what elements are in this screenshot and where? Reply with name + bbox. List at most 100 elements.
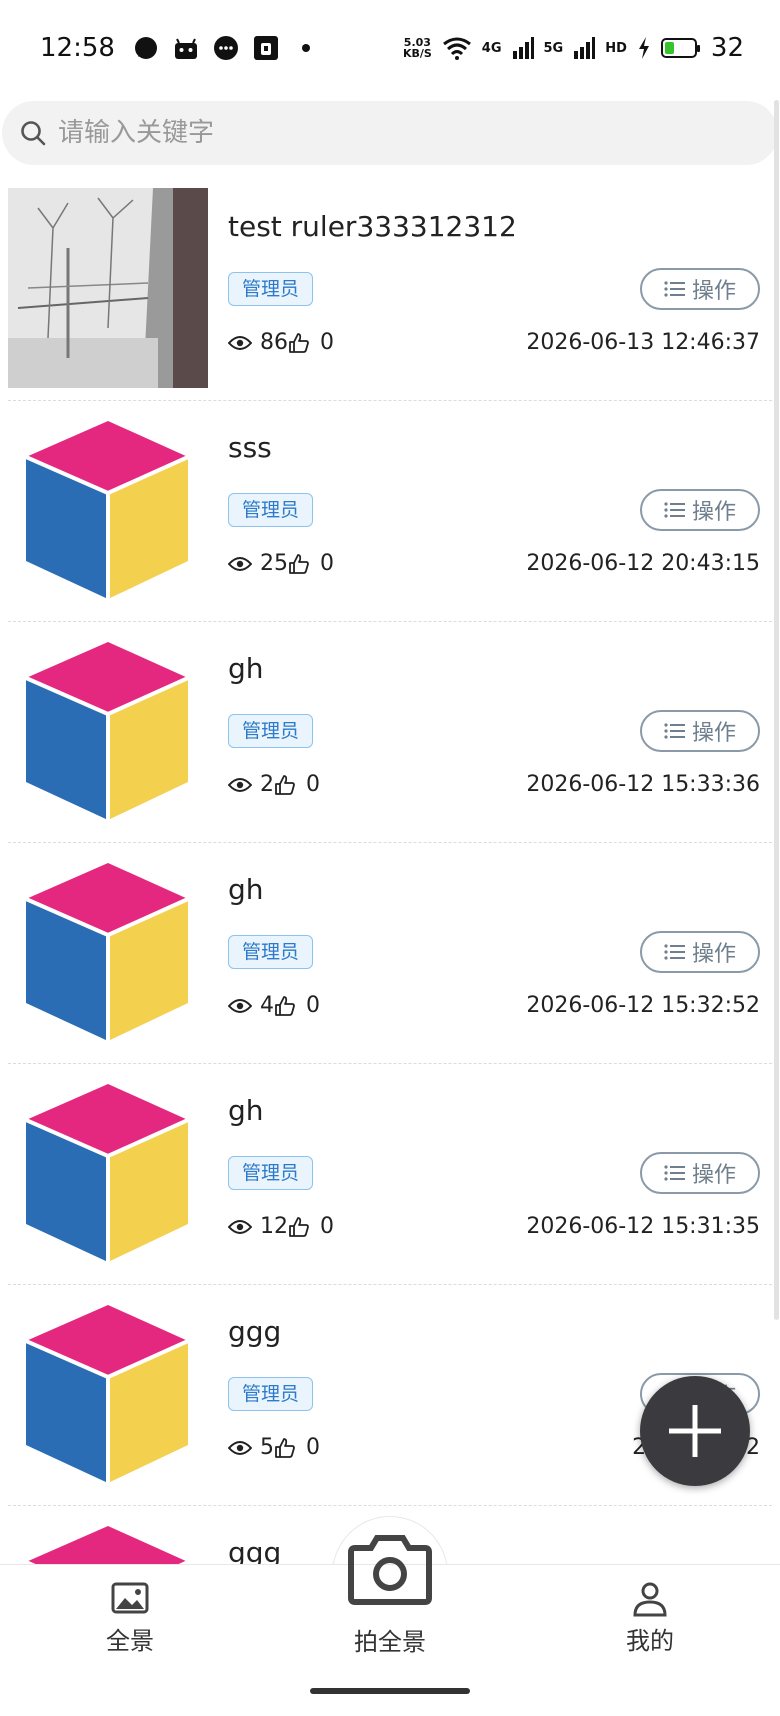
list-icon (664, 1165, 685, 1181)
role-badge: 管理员 (228, 1377, 314, 1411)
tab-mine[interactable]: 我的 (520, 1565, 780, 1672)
item-date: 2026-06-13 12:46:37 (526, 330, 760, 355)
item-thumbnail[interactable] (8, 188, 208, 388)
item-title[interactable]: test ruler333312312 (228, 210, 517, 243)
role-badge: 管理员 (228, 493, 314, 527)
item-title[interactable]: gh (228, 873, 264, 906)
network-speed-unit: KB/S (402, 47, 432, 60)
network-speed: 5.03 KB/S (403, 37, 432, 59)
camera-icon[interactable] (347, 1532, 433, 1606)
cube-thumbnail (25, 1084, 189, 1262)
item-thumbnail[interactable] (8, 1072, 208, 1272)
search-icon (21, 121, 46, 146)
hd-label: HD (605, 40, 627, 56)
status-time: 12:58 (40, 33, 115, 63)
item-title[interactable]: gh (228, 1094, 264, 1127)
plus-icon (669, 1405, 721, 1457)
actions-button[interactable]: 操作 (640, 710, 760, 752)
item-stats: 86 0 (228, 330, 334, 355)
view-count: 4 (260, 993, 274, 1018)
add-button[interactable] (640, 1376, 750, 1486)
like-icon[interactable] (288, 332, 310, 354)
list-icon (664, 281, 685, 297)
cube-thumbnail (25, 421, 189, 599)
item-stats: 25 0 (228, 551, 334, 576)
photo-thumbnail (8, 188, 208, 388)
list-item[interactable]: gh 管理员 操作 12 0 2026-06-12 15:31:35 (8, 1064, 772, 1285)
status-right: 5.03 KB/S 4G 5G HD 32 (403, 33, 744, 63)
list-item[interactable]: sss 管理员 操作 25 0 2026-06-12 20:43:15 (8, 401, 772, 622)
cube-thumbnail (25, 1305, 189, 1483)
like-count: 0 (306, 993, 320, 1018)
view-count: 12 (260, 1214, 288, 1239)
item-title[interactable]: ggg (228, 1315, 281, 1348)
battery-level: 32 (710, 33, 744, 63)
dot-icon (301, 44, 310, 52)
item-title[interactable]: sss (228, 431, 272, 464)
role-badge: 管理员 (228, 714, 314, 748)
image-icon (111, 1582, 149, 1614)
like-icon[interactable] (288, 553, 310, 575)
tab-shoot-label[interactable]: 拍全景 (310, 1622, 470, 1657)
search-bar[interactable] (2, 101, 778, 165)
role-badge: 管理员 (228, 1156, 314, 1190)
like-icon[interactable] (274, 774, 296, 796)
like-count: 0 (306, 772, 320, 797)
eye-icon (228, 998, 252, 1013)
tab-mine-label: 我的 (626, 1627, 674, 1655)
item-title[interactable]: gh (228, 652, 264, 685)
item-thumbnail[interactable] (8, 409, 208, 609)
signal2-label: 5G (543, 40, 564, 56)
actions-button[interactable]: 操作 (640, 1152, 760, 1194)
item-stats: 20 (228, 772, 320, 797)
item-thumbnail[interactable] (8, 630, 208, 830)
signal-bars-icon-2 (574, 37, 596, 59)
scrollbar[interactable] (772, 100, 780, 1320)
home-indicator (310, 1688, 470, 1694)
actions-button[interactable]: 操作 (640, 931, 760, 973)
actions-button[interactable]: 操作 (640, 489, 760, 531)
list-item[interactable]: gh 管理员 操作 2 0 2026-06-12 15:33:36 (8, 622, 772, 843)
item-date: 2026-06-12 20:43:15 (526, 551, 760, 576)
list-icon (664, 944, 685, 960)
list-icon (664, 502, 685, 518)
cube-thumbnail (25, 1526, 189, 1564)
item-thumbnail[interactable] (8, 1514, 208, 1564)
wifi-icon (442, 37, 471, 60)
list-item[interactable]: test ruler333312312 管理员 操作 86 0 2026-06-13 12… (8, 180, 772, 401)
item-stats: 12 0 (228, 1214, 334, 1239)
like-icon[interactable] (274, 1437, 296, 1459)
tab-panorama-label: 全景 (106, 1627, 154, 1655)
view-count: 5 (260, 1435, 274, 1460)
message-dots-icon (213, 36, 238, 60)
eye-icon (228, 1219, 252, 1234)
item-date: 2026-06-12 15:32:52 (526, 993, 760, 1018)
cube-thumbnail (25, 863, 189, 1041)
list-item[interactable]: gh 管理员 操作 4 0 2026-06-12 15:32:52 (8, 843, 772, 1064)
search-input[interactable] (58, 118, 658, 148)
role-badge: 管理员 (228, 935, 314, 969)
actions-button-label: 操作 (691, 279, 736, 304)
actions-button-label: 操作 (691, 721, 736, 746)
cube-thumbnail (25, 642, 189, 820)
eye-icon (228, 556, 252, 571)
item-thumbnail[interactable] (8, 1293, 208, 1493)
view-count: 25 (260, 551, 288, 576)
actions-button[interactable]: 操作 (640, 268, 760, 310)
tab-panorama[interactable]: 全景 (0, 1565, 260, 1672)
like-count: 0 (320, 551, 334, 576)
item-title[interactable]: ggg (228, 1536, 281, 1564)
view-count: 2 (260, 772, 274, 797)
item-thumbnail[interactable] (8, 851, 208, 1051)
like-icon[interactable] (274, 995, 296, 1017)
charging-icon (638, 37, 649, 59)
item-stats: 40 (228, 993, 320, 1018)
view-count: 86 (260, 330, 288, 355)
signal-bars-icon (512, 37, 534, 59)
like-icon[interactable] (288, 1216, 310, 1238)
battery-fill (664, 42, 674, 54)
user-icon (633, 1582, 667, 1617)
actions-button-label: 操作 (691, 500, 736, 525)
android-icon (174, 38, 197, 59)
scrollbar-thumb[interactable] (774, 100, 779, 1320)
